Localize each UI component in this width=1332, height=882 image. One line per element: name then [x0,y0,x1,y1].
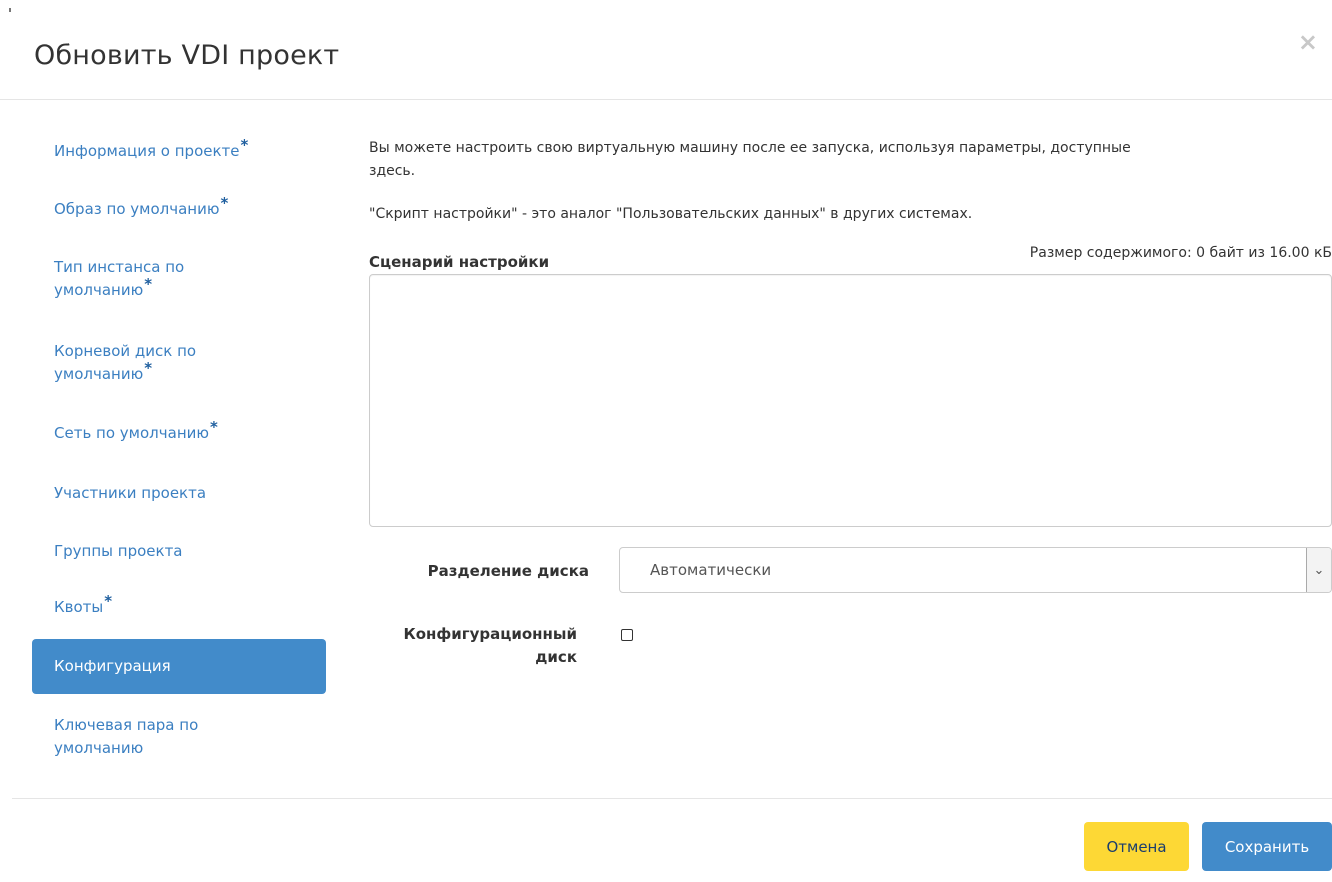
nav-item-quotas[interactable]: Квоты* [32,592,326,619]
nav-item-default-network[interactable]: Сеть по умолчанию* [32,418,326,445]
help-text-1-line2: здесь. [369,163,416,179]
nav-item-label: Участники проекта [54,484,207,502]
disk-partition-value: Автоматически [650,561,772,579]
nav-item-label-line1: Корневой диск по [54,342,197,360]
disk-partition-select[interactable]: Автоматически ⌄ [619,547,1332,593]
required-marker: * [144,275,153,293]
required-marker: * [144,359,153,377]
required-marker: * [240,136,249,154]
nav-item-label-line1: Тип инстанса по [54,258,185,276]
nav-item-label: Конфигурация [54,657,171,675]
nav-item-label: Информация о проекте [54,142,240,160]
nav-item-label: Квоты [54,598,104,616]
nav-item-label: Образ по умолчанию [54,200,220,218]
help-text-1: Вы можете настроить свою виртуальную маш… [369,137,1299,183]
nav-item-default-image[interactable]: Образ по умолчанию* [32,194,326,221]
nav-item-label: Группы проекта [54,542,183,560]
nav-item-project-members[interactable]: Участники проекта [32,482,326,505]
config-drive-label-line2: диск [535,648,577,666]
required-marker: * [210,418,218,436]
disk-partition-label: Разделение диска [427,562,589,580]
nav-item-project-info[interactable]: Информация о проекте* [32,136,326,163]
content-size-info: Размер содержимого: 0 байт из 16.00 кБ [1029,245,1332,261]
nav-item-configuration[interactable]: Конфигурация [32,639,326,694]
script-label: Сценарий настройки [369,253,550,271]
help-text-1-line1: Вы можете настроить свою виртуальную маш… [369,140,1131,156]
nav-item-label-line2: умолчанию [54,739,144,757]
dialog-header: Обновить VDI проект × [0,0,1332,100]
update-vdi-project-dialog: Обновить VDI проект × Информация о проек… [0,0,1332,882]
nav-item-default-flavor[interactable]: Тип инстанса по умолчанию* [32,256,326,302]
dialog-title: Обновить VDI проект [34,40,340,71]
nav-item-label-line2: умолчанию [54,281,144,299]
customization-script-textarea[interactable] [369,274,1332,527]
chevron-down-icon[interactable]: ⌄ [1306,548,1331,592]
help-text-2: "Скрипт настройки" - это аналог "Пользов… [369,206,973,222]
nav-item-label: Сеть по умолчанию [54,424,209,442]
required-marker: * [220,194,229,212]
save-button[interactable]: Сохранить [1202,822,1332,871]
config-drive-checkbox[interactable] [621,629,633,641]
nav-item-label-line1: Ключевая пара по [54,716,199,734]
config-drive-label-line1: Конфигурационный [403,625,577,643]
nav-item-default-root-disk[interactable]: Корневой диск по умолчанию* [32,340,326,386]
nav-item-label-line2: умолчанию [54,365,144,383]
close-icon[interactable]: × [1298,30,1318,54]
required-marker: * [104,592,113,610]
nav-item-project-groups[interactable]: Группы проекта [32,540,326,563]
config-drive-label: Конфигурационный диск [377,623,577,669]
cancel-button[interactable]: Отмена [1084,822,1189,871]
nav-item-default-keypair[interactable]: Ключевая пара по умолчанию [32,714,326,760]
